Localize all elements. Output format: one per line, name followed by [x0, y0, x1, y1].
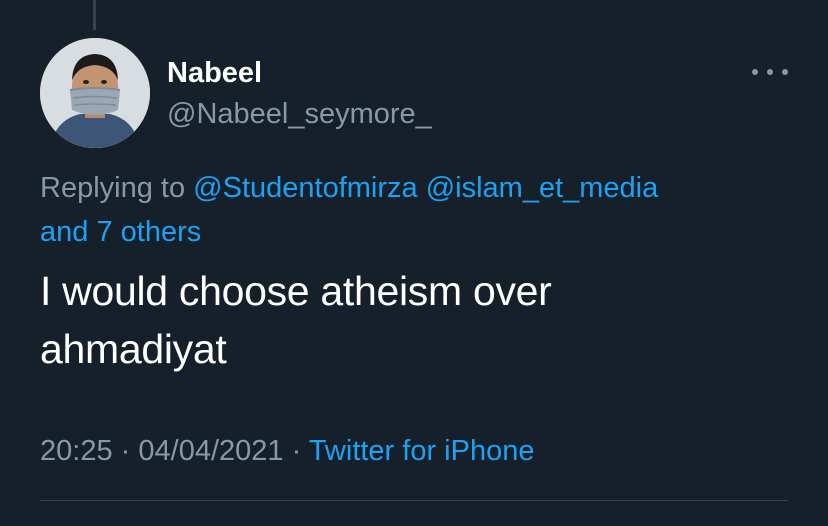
avatar-image: [40, 38, 150, 148]
meta-separator: ·: [291, 435, 302, 467]
more-dot: [752, 69, 758, 75]
tweet-text-line: ahmadiyat: [40, 326, 227, 372]
more-dot: [767, 69, 773, 75]
tweet-text: I would choose atheism over ahmadiyat: [40, 262, 800, 378]
avatar[interactable]: [40, 38, 150, 148]
thread-connector-line: [93, 0, 96, 30]
mention-studentofmirza[interactable]: @Studentofmirza: [193, 172, 417, 204]
tweet-text-line: I would choose atheism over: [40, 268, 552, 314]
tweet-metadata: 20:25 · 04/04/2021 · Twitter for iPhone: [40, 435, 534, 468]
replying-to: Replying to @Studentofmirza @islam_et_me…: [40, 166, 800, 254]
author-name[interactable]: Nabeel: [167, 57, 262, 90]
mention-others-link[interactable]: and 7 others: [40, 216, 201, 248]
tweet-date: 04/04/2021: [138, 435, 284, 467]
more-horizontal-icon[interactable]: [752, 60, 788, 84]
more-dot: [782, 69, 788, 75]
tweet-time: 20:25: [40, 435, 113, 467]
replying-to-label: Replying to: [40, 172, 186, 204]
mention-islam-et-media[interactable]: @islam_et_media: [426, 172, 659, 204]
author-handle[interactable]: @Nabeel_seymore_: [167, 98, 432, 131]
meta-separator: ·: [120, 435, 131, 467]
tweet-source-link[interactable]: Twitter for iPhone: [309, 435, 535, 467]
divider: [40, 500, 788, 501]
